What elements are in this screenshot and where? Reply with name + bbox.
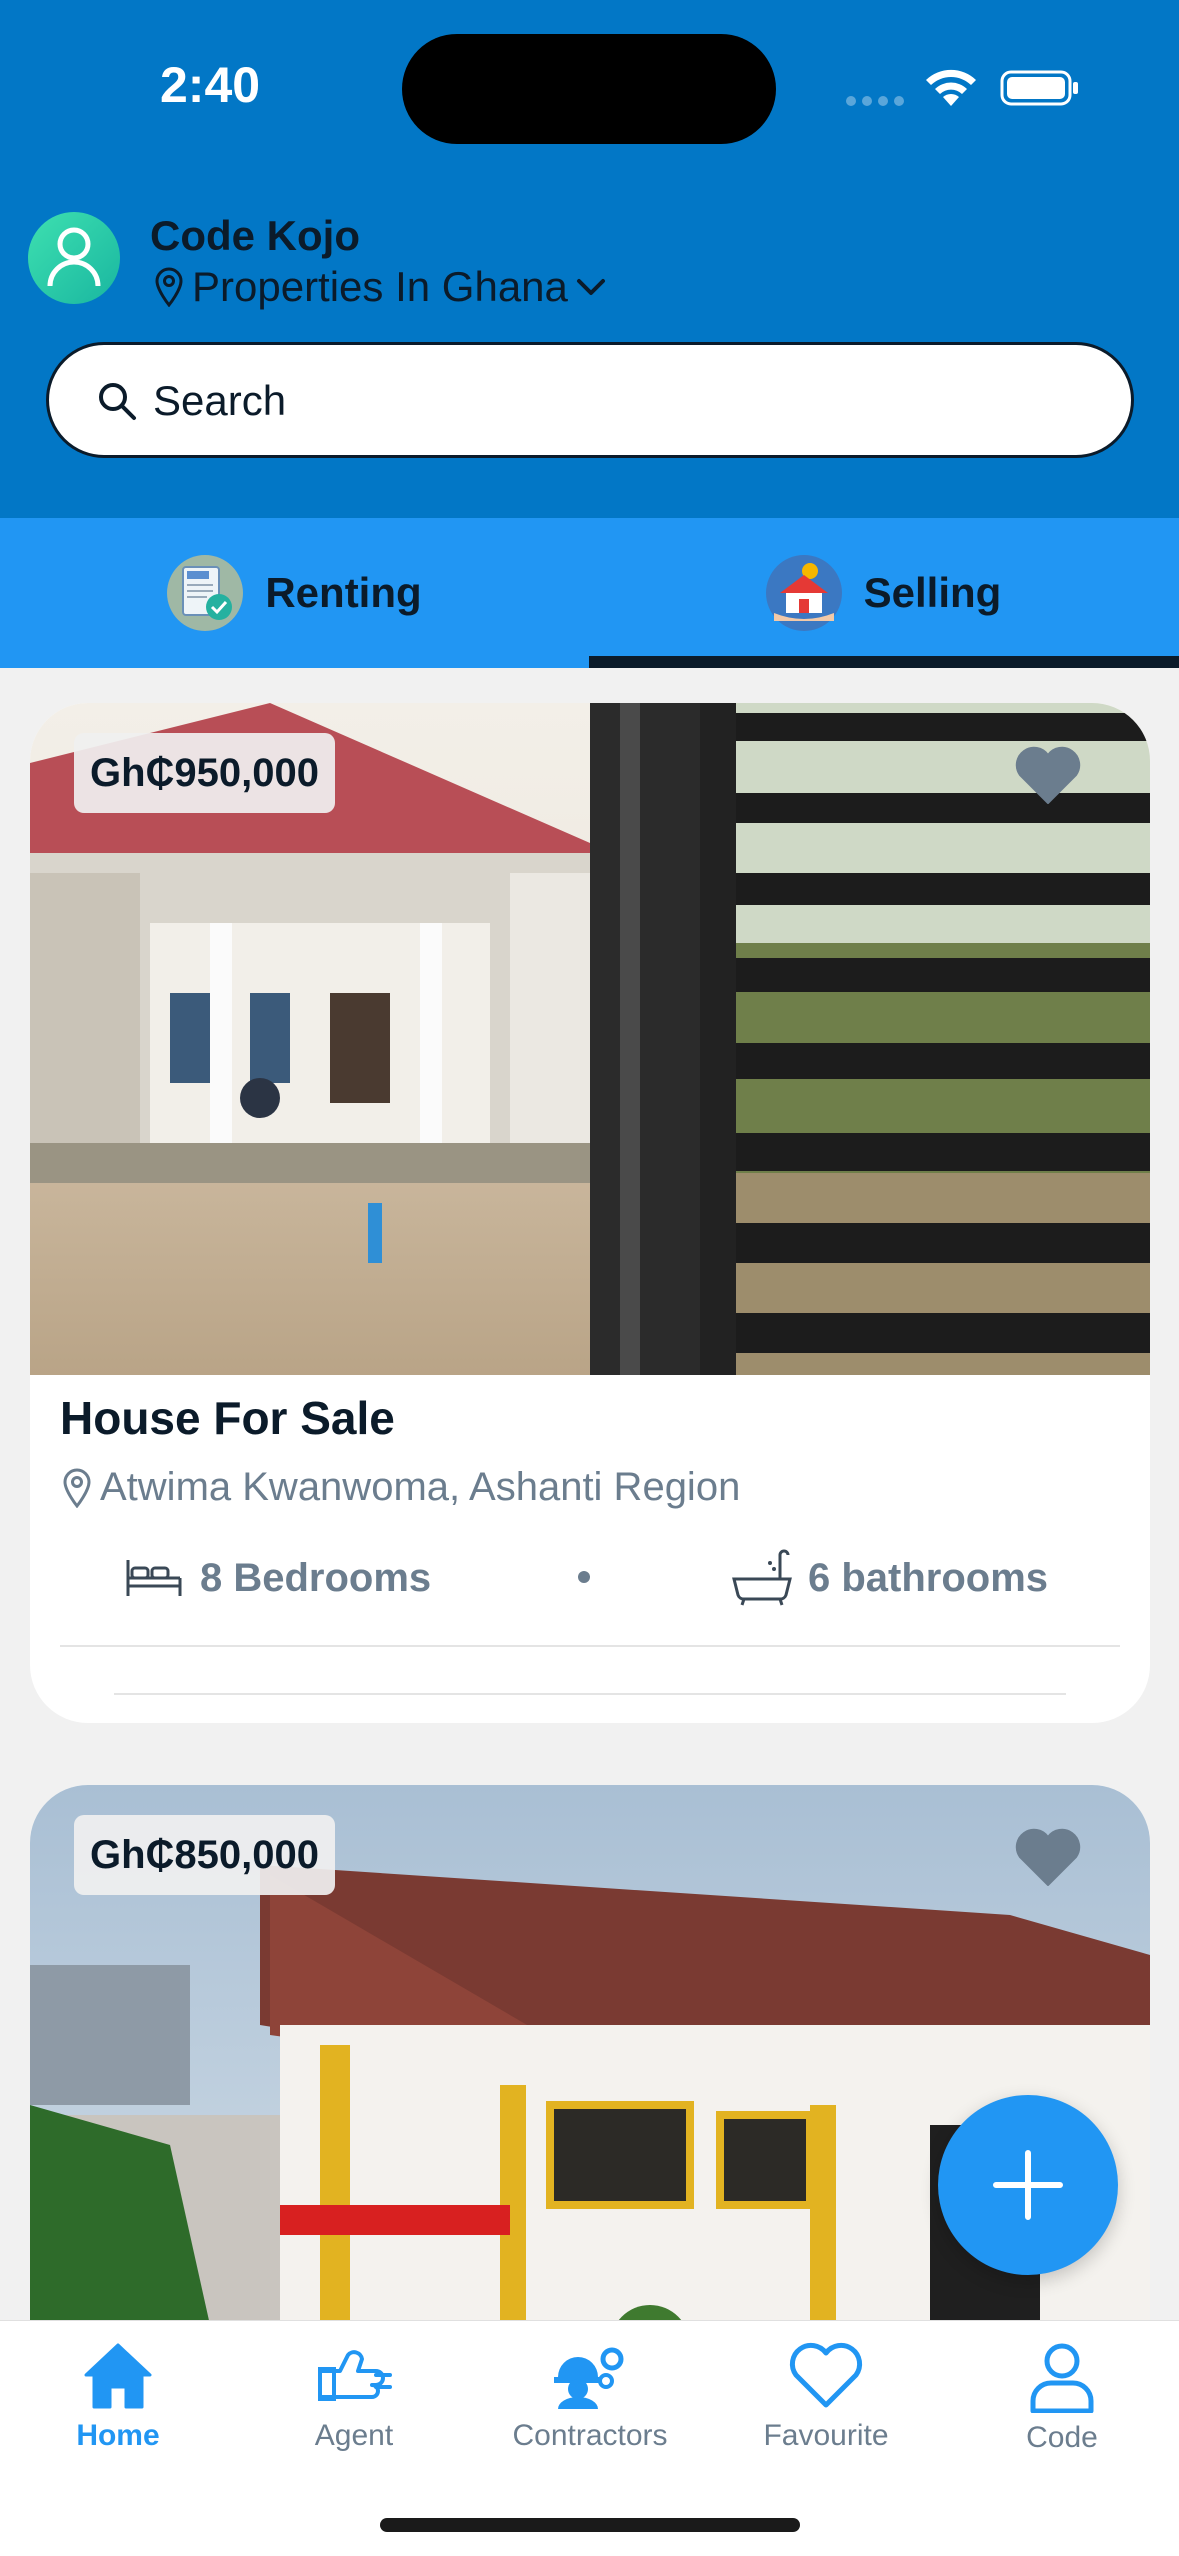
- nav-home-label: Home: [76, 2419, 160, 2452]
- bedrooms-info: 8 Bedrooms: [122, 1543, 431, 1613]
- app-header: 2:40 Code Kojo Properties In Ghana Searc…: [0, 0, 1179, 518]
- bathtub-icon: [732, 1549, 792, 1606]
- divider: [60, 1645, 1120, 1647]
- battery-icon: [1000, 70, 1078, 106]
- cellular-signal-icon: [846, 96, 906, 108]
- listing-type-tabs: Renting Selling: [0, 518, 1179, 668]
- bathrooms-info: 6 bathrooms: [730, 1543, 1048, 1613]
- location-selector[interactable]: Properties In Ghana: [154, 262, 606, 312]
- tab-selling[interactable]: Selling: [589, 518, 1178, 668]
- location-label: Properties In Ghana: [192, 263, 568, 310]
- listing-photo[interactable]: Gh₵950,000: [30, 703, 1150, 1375]
- user-name: Code Kojo: [150, 212, 360, 259]
- listing-title: House For Sale: [60, 1392, 395, 1444]
- agent-icon: [318, 2350, 392, 2401]
- add-listing-button[interactable]: [938, 2095, 1118, 2275]
- house-sale-icon: [765, 555, 842, 631]
- heart-outline-icon: [789, 2342, 863, 2408]
- search-bar[interactable]: [46, 342, 1134, 458]
- nav-profile[interactable]: Code: [944, 2341, 1179, 2491]
- bathrooms-label: 6 bathrooms: [808, 1555, 1049, 1600]
- nav-favourite-label: Favourite: [763, 2419, 889, 2452]
- dynamic-island: [402, 34, 776, 144]
- status-bar: 2:40: [0, 0, 1179, 170]
- search-input[interactable]: [153, 371, 1053, 431]
- nav-agent[interactable]: Agent: [236, 2341, 472, 2491]
- user-header: Code Kojo Properties In Ghana: [28, 212, 1148, 312]
- user-icon: [47, 227, 101, 287]
- tab-selling-label: Selling: [863, 569, 1002, 616]
- home-indicator[interactable]: [380, 2518, 800, 2532]
- location-pin-icon: [63, 1468, 91, 1508]
- divider: [114, 1693, 1066, 1695]
- price-badge: Gh₵950,000: [74, 733, 336, 813]
- search-icon: [99, 383, 136, 420]
- home-icon: [84, 2343, 152, 2409]
- rent-document-icon: [167, 555, 244, 631]
- favourite-heart-icon[interactable]: [1014, 1827, 1082, 1887]
- contractors-icon: [554, 2347, 624, 2409]
- wifi-icon: [926, 69, 976, 106]
- listing-card[interactable]: Gh₵950,000 House For Sale Atwima Kwanwom…: [30, 703, 1150, 1723]
- nav-agent-label: Agent: [314, 2419, 394, 2452]
- favourite-heart-icon[interactable]: [1014, 745, 1082, 805]
- listing-features: 8 Bedrooms 6 bathrooms: [30, 1543, 1150, 1613]
- person-icon: [1030, 2343, 1094, 2413]
- chevron-down-icon: [576, 279, 605, 295]
- nav-home[interactable]: Home: [0, 2341, 236, 2491]
- bedrooms-label: 8 Bedrooms: [200, 1555, 432, 1600]
- nav-contractors[interactable]: Contractors: [472, 2341, 708, 2491]
- tab-renting-label: Renting: [265, 569, 422, 616]
- listing-card[interactable]: Gh₵850,000: [30, 1785, 1150, 2405]
- nav-contractors-label: Contractors: [512, 2419, 668, 2452]
- nav-profile-label: Code: [1026, 2421, 1098, 2454]
- separator-dot: [578, 1571, 590, 1583]
- plus-icon: [993, 2150, 1063, 2220]
- location-pin-icon: [155, 267, 183, 307]
- active-tab-indicator: [589, 656, 1179, 668]
- status-time: 2:40: [160, 57, 261, 113]
- listing-photo[interactable]: Gh₵850,000: [30, 1785, 1150, 2405]
- tab-renting[interactable]: Renting: [0, 518, 589, 668]
- nav-favourite[interactable]: Favourite: [708, 2341, 944, 2491]
- price-badge: Gh₵850,000: [74, 1815, 336, 1895]
- avatar[interactable]: [28, 212, 120, 304]
- bed-icon: [126, 1560, 182, 1596]
- listing-location: Atwima Kwanwoma, Ashanti Region: [62, 1465, 740, 1510]
- listing-location-label: Atwima Kwanwoma, Ashanti Region: [100, 1465, 741, 1509]
